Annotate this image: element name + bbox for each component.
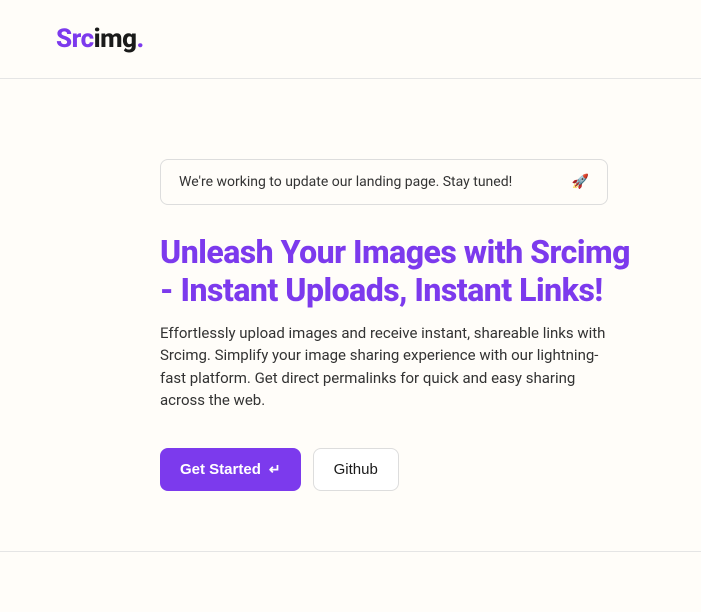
hero-title: Unleash Your Images with Srcimg - Instan… [160,233,640,310]
rocket-icon: 🚀 [572,174,589,190]
logo-part-src: Src [56,24,94,54]
banner-text: We're working to update our landing page… [179,174,566,190]
main-content: We're working to update our landing page… [0,79,701,552]
logo-dot: . [137,24,144,54]
hero-description: Effortlessly upload images and receive i… [160,322,620,412]
github-button[interactable]: Github [313,448,399,491]
logo[interactable]: Srcimg. [56,24,645,54]
announcement-banner: We're working to update our landing page… [160,159,608,205]
button-row: Get Started ↵ Github [160,448,645,491]
get-started-label: Get Started [180,461,261,478]
logo-part-img: img [94,24,137,54]
enter-icon: ↵ [269,461,281,478]
header: Srcimg. [0,0,701,79]
get-started-button[interactable]: Get Started ↵ [160,448,301,491]
